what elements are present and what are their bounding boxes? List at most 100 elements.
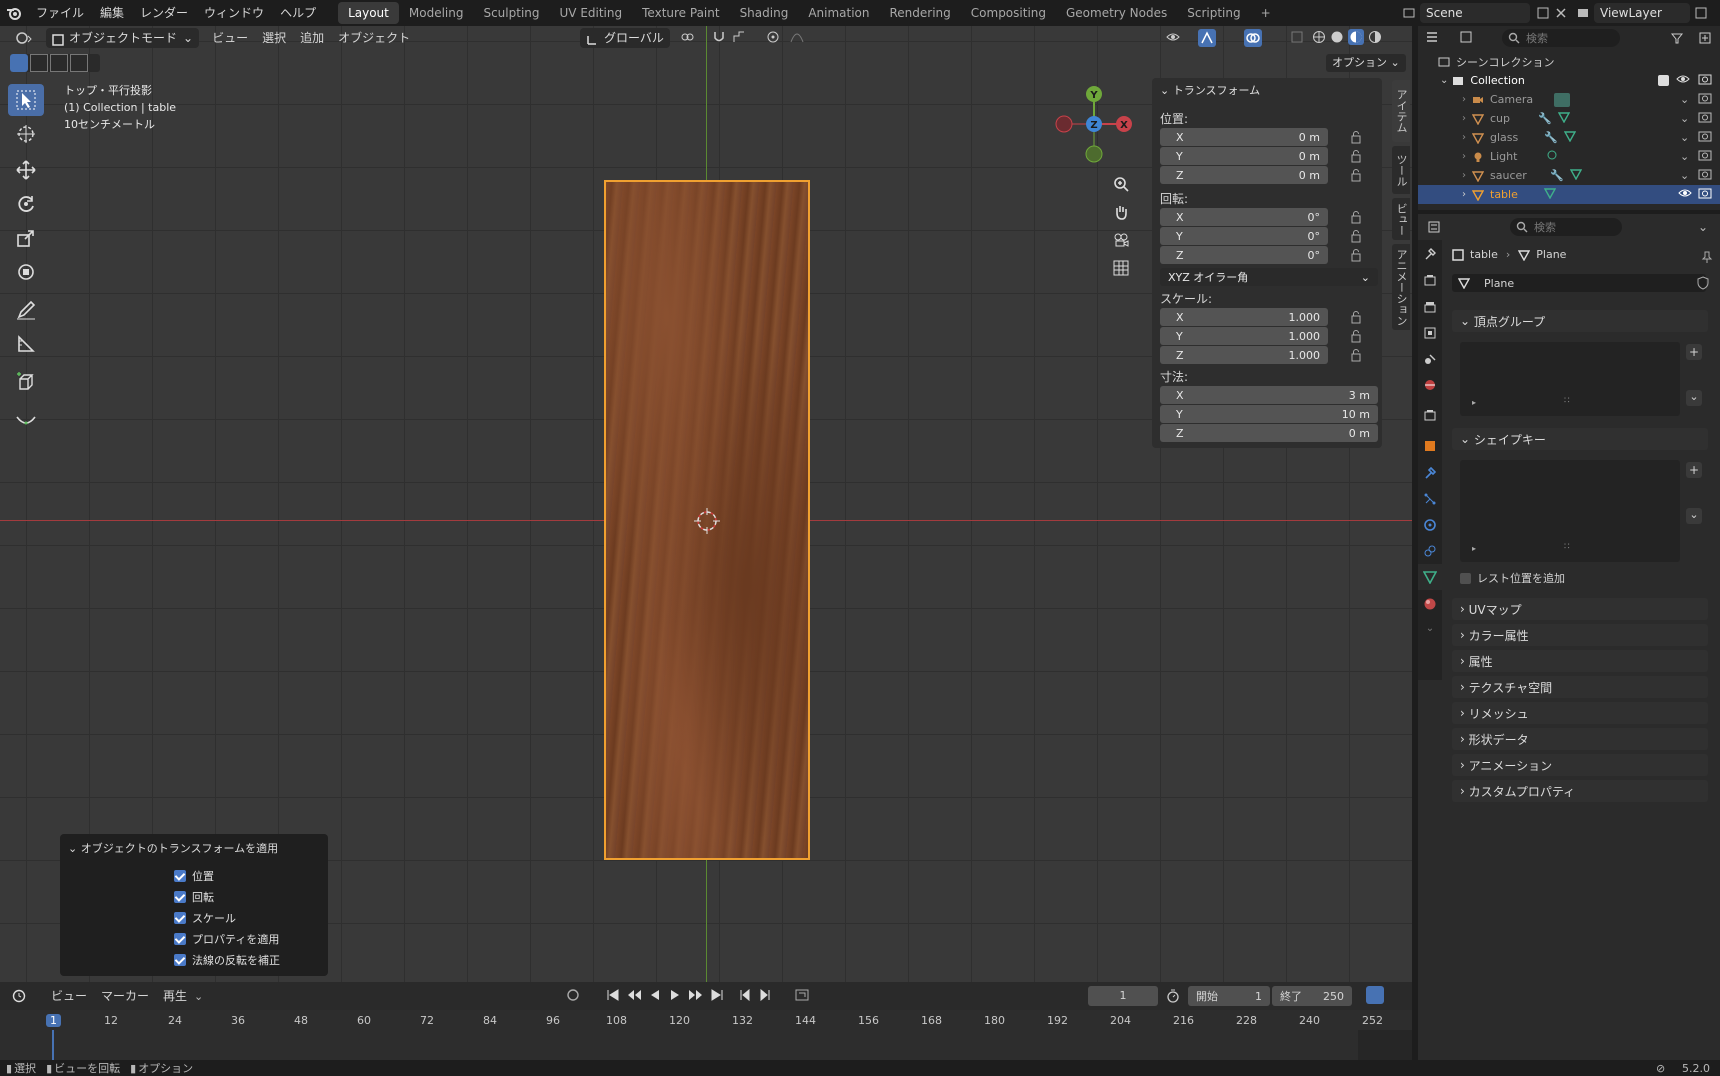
select-subtract-icon[interactable] [50,54,68,72]
move-tool[interactable] [8,154,44,186]
select-extend-icon[interactable] [30,54,48,72]
outliner-search-input[interactable]: 検索 [1502,29,1620,47]
gizmo-toggle-icon[interactable] [1198,29,1216,47]
extrude-curve-tool[interactable] [8,404,44,436]
tab-view[interactable]: ビュー [1392,198,1410,240]
start-frame-field[interactable]: 開始 1 [1188,986,1270,1006]
apply-properties-checkbox[interactable]: プロパティを適用 [174,931,279,947]
transform-tool[interactable] [8,256,44,288]
render-toggle-icon[interactable] [1698,149,1712,164]
new-collection-icon[interactable] [1698,31,1712,45]
render-toggle-icon[interactable] [1698,168,1712,183]
outliner-editor-icon[interactable] [1426,30,1444,44]
jump-keyframe-back-icon[interactable] [626,988,642,1005]
view-layer-selector[interactable]: ViewLayer [1576,3,1708,23]
overlay-toggle-icon[interactable] [1244,29,1262,47]
rotation-y-field[interactable]: Y 0° [1160,227,1328,245]
wireframe-shading-icon[interactable] [1312,30,1326,44]
lock-icon[interactable] [1350,229,1362,243]
render-toggle-icon[interactable] [1698,111,1712,126]
apply-scale-checkbox[interactable]: スケール [174,910,236,926]
camera-view-icon[interactable] [1110,226,1132,254]
operator-header[interactable]: ⌄ オブジェクトのトランスフォームを適用 [68,840,278,856]
editor-type-icon[interactable] [14,30,32,46]
modifier-tab-icon[interactable] [1418,460,1442,486]
scale-tool[interactable] [8,222,44,254]
material-preview-icon[interactable] [1348,29,1364,45]
menu-window[interactable]: ウィンドウ [196,0,272,26]
mesh-data-icon[interactable] [1569,168,1583,183]
play-reverse-icon[interactable] [648,988,662,1005]
outliner-item-light[interactable]: › Light ⌄ [1418,147,1720,166]
expand-icon[interactable]: ⌄ [1440,75,1448,86]
list-resize-handle-icon[interactable]: ∷ [1564,542,1570,552]
play-icon[interactable] [668,988,682,1005]
menu-render[interactable]: レンダー [132,0,196,26]
delete-scene-icon[interactable] [1554,6,1568,20]
eye-icon[interactable] [1678,187,1692,202]
properties-search-input[interactable]: 検索 [1510,218,1622,236]
view-layer-name[interactable]: ViewLayer [1594,3,1690,23]
modifier-wrench-icon[interactable]: 🔧 [1550,169,1564,182]
camera-render-icon[interactable] [1698,73,1712,88]
tab-modeling[interactable]: Modeling [399,2,474,24]
animation-header[interactable]: › アニメーション [1452,754,1708,776]
visibility-toggle-icon[interactable]: ⌄ [1680,150,1689,163]
expand-icon[interactable]: › [1462,151,1466,162]
menu-help[interactable]: ヘルプ [272,0,324,26]
shape-key-specials-button[interactable]: ⌄ [1686,508,1702,524]
uv-maps-header[interactable]: › UVマップ [1452,598,1708,620]
lock-icon[interactable] [1350,210,1362,224]
list-resize-handle-icon[interactable]: ∷ [1564,396,1570,406]
add-rest-position-checkbox[interactable]: レスト位置を追加 [1460,570,1565,586]
lock-icon[interactable] [1350,310,1362,324]
transform-orientation-selector[interactable]: グローバル [580,28,670,48]
rendered-shading-icon[interactable] [1368,30,1382,44]
proportional-editing-icon[interactable] [766,30,780,44]
fix-normals-checkbox[interactable]: 法線の反転を補正 [174,952,280,968]
mesh-data-icon[interactable] [1543,187,1557,202]
particles-tab-icon[interactable] [1418,486,1442,512]
expand-icon[interactable]: › [1462,170,1466,181]
chevron-down-icon[interactable]: ⌄ [1698,220,1708,234]
tab-sculpting[interactable]: Sculpting [473,2,549,24]
shape-keys-list[interactable]: ▸ ∷ [1460,460,1680,562]
rotation-x-field[interactable]: X 0° [1160,208,1328,226]
lock-icon[interactable] [1350,248,1362,262]
tab-uv-editing[interactable]: UV Editing [550,2,633,24]
render-toggle-icon[interactable] [1698,187,1712,202]
visibility-toggle-icon[interactable]: ⌄ [1680,169,1689,182]
texture-space-header[interactable]: › テクスチャ空間 [1452,676,1708,698]
navigation-gizmo[interactable]: Y X Z [1050,82,1138,166]
mesh-data-icon[interactable] [1557,111,1571,126]
scene-selector[interactable]: Scene [1402,3,1568,23]
collection-tab-icon[interactable] [1418,398,1442,432]
new-view-layer-icon[interactable] [1694,6,1708,20]
constraints-tab-icon[interactable] [1418,538,1442,564]
tab-rendering[interactable]: Rendering [880,2,961,24]
list-expand-icon[interactable]: ▸ [1472,398,1476,407]
expand-icon[interactable]: › [1462,189,1466,200]
display-mode-icon[interactable] [1460,30,1478,44]
network-off-icon[interactable]: ⊘ [1656,1062,1665,1075]
end-frame-field[interactable]: 終了 250 [1272,986,1352,1006]
keying-icon[interactable] [566,988,580,1005]
solid-shading-icon[interactable] [1330,30,1344,44]
apply-location-checkbox[interactable]: 位置 [174,868,214,884]
tab-animation-side[interactable]: アニメーション [1392,244,1410,330]
menu-select[interactable]: 選択 [255,27,293,49]
add-vertex-group-button[interactable]: + [1686,344,1702,360]
mesh-datablock-field[interactable]: Plane [1452,274,1706,292]
add-cube-tool[interactable] [8,366,44,398]
scene-name[interactable]: Scene [1420,3,1530,23]
tool-tab-icon[interactable] [1418,240,1442,268]
timeline-menu-view[interactable]: ビュー [44,985,94,1007]
visibility-toggle-icon[interactable]: ⌄ [1680,131,1689,144]
color-attributes-header[interactable]: › カラー属性 [1452,624,1708,646]
stopwatch-icon[interactable] [1166,989,1180,1006]
xray-icon[interactable] [1290,30,1304,44]
vertex-groups-header[interactable]: ⌄ 頂点グループ [1452,310,1708,332]
menu-view[interactable]: ビュー [205,27,255,49]
scene-tab-icon[interactable] [1418,346,1442,372]
ortho-grid-icon[interactable] [1110,254,1132,282]
